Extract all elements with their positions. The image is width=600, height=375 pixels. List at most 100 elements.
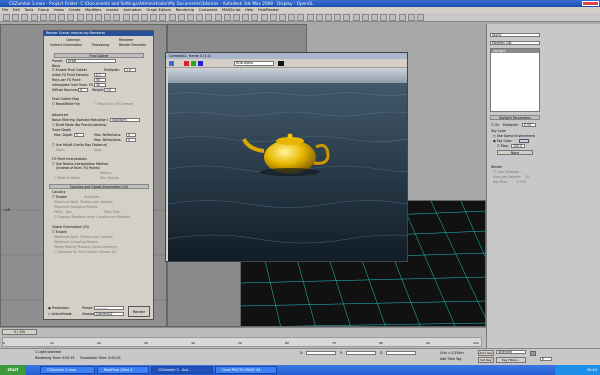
toolbar-button-icon[interactable] (58, 14, 66, 21)
toolbar-button-icon[interactable] (361, 14, 369, 21)
max-depth-field[interactable]: 5 (74, 133, 84, 137)
green-channel-icon[interactable] (191, 61, 196, 66)
tab-indirect-illumination[interactable]: Indirect Illumination (50, 43, 82, 47)
task-item-2[interactable]: RealFlow (Sim) 4 (97, 366, 149, 374)
toolbar-button-icon[interactable] (177, 14, 185, 21)
read-only-checkbox[interactable]: ☐ Read Only (FG Freeze) (94, 102, 133, 106)
fg-multiplier-field[interactable]: 1.0 (124, 68, 136, 72)
weight-field[interactable]: 1.0 (104, 88, 116, 92)
toolbar-button-icon[interactable] (3, 14, 10, 21)
optimize-fg-checkbox[interactable]: ☐ Optimize for Final Gather (Slower GI) (54, 250, 117, 254)
caustics-filter-value[interactable]: Box (66, 210, 72, 214)
toolbar-button-icon[interactable] (315, 14, 323, 21)
object-name-field[interactable]: Sky01 (490, 33, 540, 37)
tab-common[interactable]: Common (66, 38, 80, 42)
fg-preset-dropdown[interactable]: Draft (66, 59, 116, 63)
toolbar-button-icon[interactable] (85, 14, 93, 21)
production-radio[interactable]: ◉ Production (48, 306, 69, 310)
max-reflections-field[interactable]: 5 (126, 133, 136, 137)
tab-render-elements[interactable]: Render Elements (119, 43, 146, 47)
selected-dropdown[interactable]: Selected (496, 350, 526, 354)
read-write-checkbox[interactable]: ☐ Read/Write File (52, 102, 80, 106)
use-falloff-checkbox[interactable]: ☐ Use Falloff (Limits Ray Distance) (52, 143, 107, 147)
toolbar-button-icon[interactable] (159, 14, 167, 21)
menu-item-maxscript[interactable]: MAXScript (222, 8, 240, 12)
final-gather-rollout[interactable]: Final Gather (54, 53, 144, 58)
toolbar-button-icon[interactable] (104, 14, 112, 21)
skylight-on-checkbox[interactable]: ☑ On (491, 123, 499, 127)
toolbar-button-icon[interactable] (417, 14, 424, 21)
menu-item-finalrender[interactable]: FinalRender (258, 8, 279, 12)
toolbar-button-icon[interactable] (12, 14, 20, 21)
toolbar-button-icon[interactable] (233, 14, 240, 21)
rays-per-sample-value[interactable]: 20 (525, 175, 529, 179)
task-item-1[interactable]: CSZombie 3.max (40, 366, 95, 374)
window-controls[interactable] (582, 1, 599, 6)
menu-item-animation[interactable]: Animation (123, 8, 141, 12)
noise-filtering-dropdown[interactable]: Standard (110, 118, 140, 122)
key-filters-button[interactable]: Key Filters... (496, 357, 526, 363)
toolbar-button-icon[interactable] (205, 14, 213, 21)
toolbar-button-icon[interactable] (269, 14, 277, 21)
sky-map-checkbox[interactable]: ☑ Map: (497, 144, 509, 148)
toolbar-button-icon[interactable] (288, 14, 296, 21)
toolbar-button-icon[interactable] (214, 14, 222, 21)
skylight-multiplier-field[interactable]: 0.55 (522, 123, 536, 127)
toolbar-button-icon[interactable] (168, 14, 176, 21)
z-coord-field[interactable] (386, 351, 416, 355)
toolbar-button-icon[interactable] (380, 14, 388, 21)
skylight-params-rollout[interactable]: Skylight Parameters (490, 115, 540, 120)
draft-mode-checkbox[interactable]: ☐ Draft Mode (No Precalculations) (52, 123, 107, 127)
initial-density-field[interactable]: 0.1 (94, 73, 106, 77)
blue-channel-icon[interactable] (198, 61, 203, 66)
gi-enable-checkbox[interactable]: ☐ Enable (52, 230, 67, 234)
toolbar-button-icon[interactable] (122, 14, 130, 21)
toolbar-button-icon[interactable] (196, 14, 204, 21)
sky-map-button[interactable]: None (497, 150, 533, 155)
toolbar-button-icon[interactable] (39, 14, 47, 21)
interpolate-field[interactable]: 30 (94, 83, 106, 87)
footer-viewport-dropdown[interactable]: Camera02 (94, 312, 124, 316)
menu-item-file[interactable]: File (2, 8, 8, 12)
toolbar-button-icon[interactable] (67, 14, 75, 21)
menu-item-modifiers[interactable]: Modifiers (85, 8, 101, 12)
caustics-gi-rollout[interactable]: Caustics and Global Illumination (GI) (49, 184, 149, 189)
toolbar-button-icon[interactable] (187, 14, 194, 21)
toolbar-button-icon[interactable] (150, 14, 158, 21)
opaque-shadows-checkbox[interactable]: ☑ Opaque Shadows when Caustics are Enabl… (54, 215, 130, 219)
toolbar-button-icon[interactable] (141, 14, 148, 21)
toolbar-button-icon[interactable] (306, 14, 314, 21)
toolbar-button-icon[interactable] (297, 14, 305, 21)
tab-processing[interactable]: Processing (92, 43, 109, 47)
channel-dropdown[interactable]: RGB Alpha (234, 61, 274, 66)
menu-item-rendering[interactable]: Rendering (176, 8, 194, 12)
add-time-tag-button[interactable]: Add Time Tag (440, 357, 461, 361)
stack-item-skylight[interactable]: Skylight (491, 49, 539, 53)
menu-item-graph-editors[interactable]: Graph Editors (146, 8, 171, 12)
toolbar-button-icon[interactable] (398, 14, 406, 21)
caustics-enable-checkbox[interactable]: ☐ Enable (52, 195, 67, 199)
radii-in-pixels-checkbox[interactable]: ☐ Radii in Pixels (54, 176, 80, 180)
toolbar-button-icon[interactable] (279, 14, 286, 21)
max-refractions-field[interactable]: 5 (126, 138, 136, 142)
toolbar-button-icon[interactable] (371, 14, 378, 21)
toolbar-button-icon[interactable] (343, 14, 351, 21)
activeshade-radio[interactable]: ○ ActiveShade (48, 312, 72, 316)
cast-shadows-checkbox[interactable]: ☐ Cast Shadows (493, 170, 519, 174)
auto-key-button[interactable]: Auto Key (478, 350, 494, 356)
render-button[interactable]: Render (128, 306, 150, 317)
save-icon[interactable] (169, 61, 174, 66)
sky-map-amount-field[interactable]: 100.0 (511, 144, 525, 148)
menu-item-customize[interactable]: Customize (199, 8, 218, 12)
start-button[interactable]: start (0, 365, 26, 375)
menu-item-edit[interactable]: Edit (13, 8, 20, 12)
menu-item-create[interactable]: Create (68, 8, 80, 12)
toolbar-button-icon[interactable] (95, 14, 102, 21)
menu-item-views[interactable]: Views (53, 8, 63, 12)
task-item-4[interactable]: Corel PHOTO-PAINT X4 (215, 366, 277, 374)
toolbar-button-icon[interactable] (389, 14, 397, 21)
toolbar-button-icon[interactable] (113, 14, 121, 21)
play-icon[interactable] (530, 351, 536, 356)
footer-preset-dropdown[interactable]: ---------- (94, 306, 124, 310)
toolbar-button-icon[interactable] (76, 14, 84, 21)
